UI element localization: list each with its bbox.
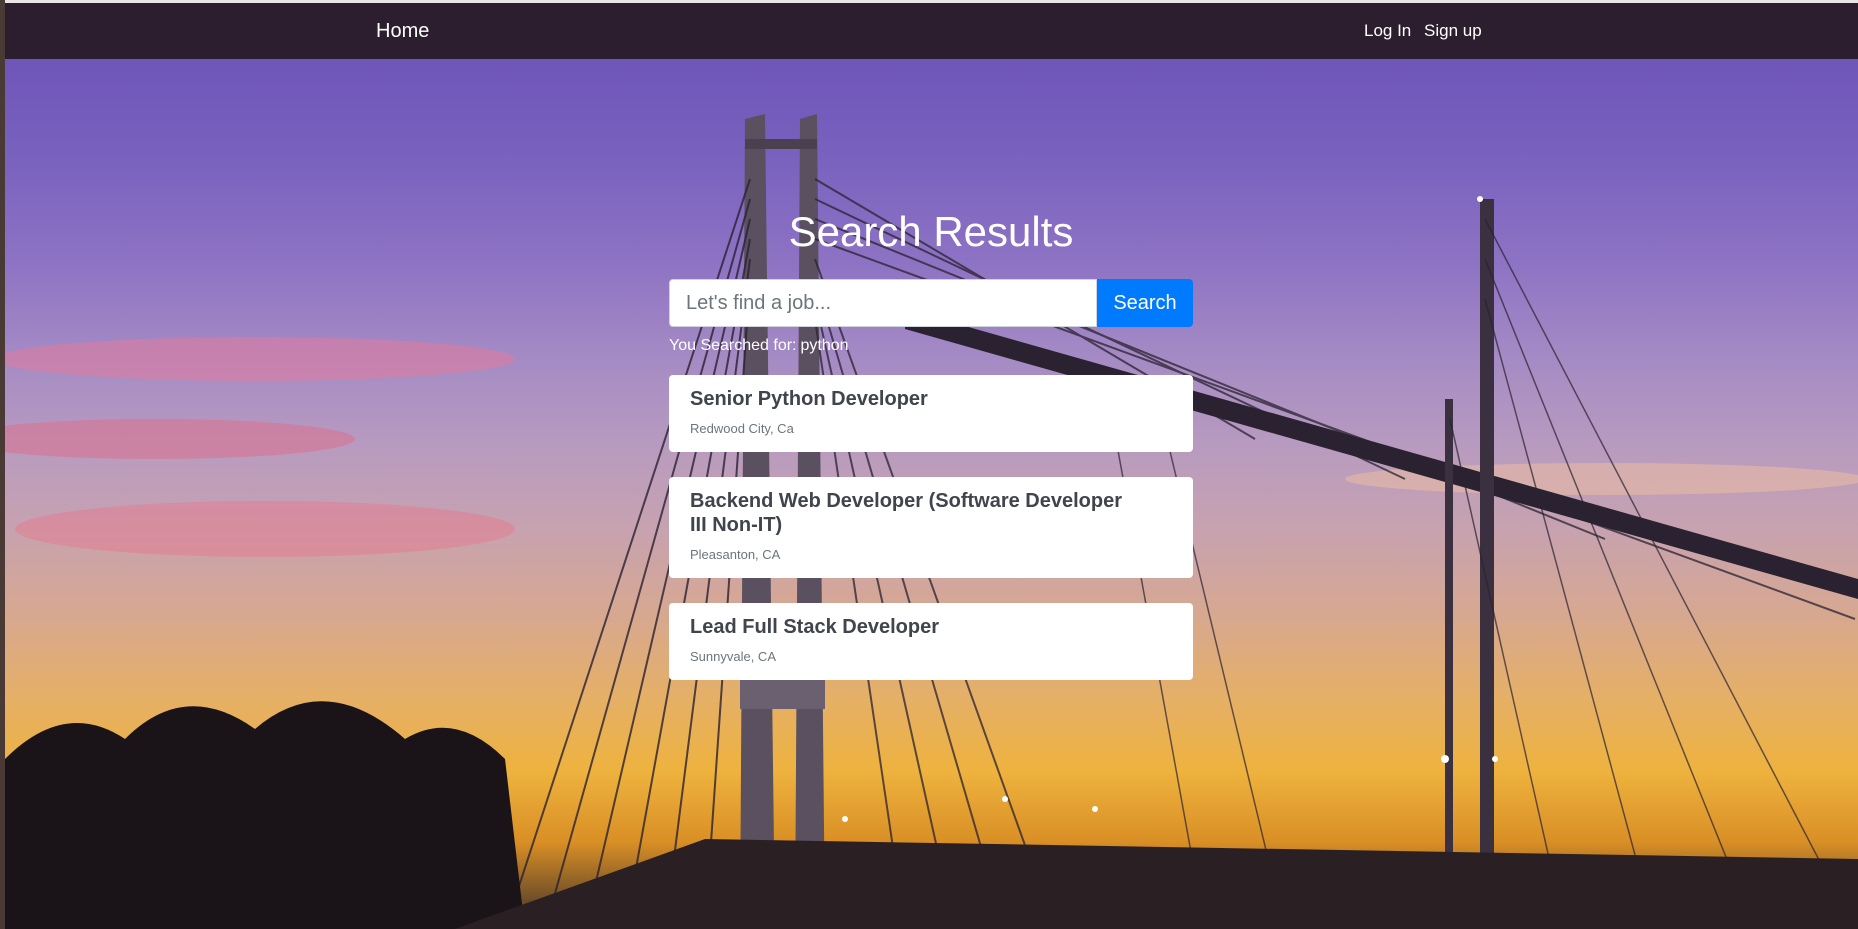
nav-login-link[interactable]: Log In: [1364, 21, 1411, 41]
job-title[interactable]: Backend Web Developer (Software Develope…: [690, 489, 1130, 537]
job-card[interactable]: Senior Python Developer Redwood City, Ca: [669, 375, 1193, 452]
job-card[interactable]: Lead Full Stack Developer Sunnyvale, CA: [669, 603, 1193, 680]
nav-signup-link[interactable]: Sign up: [1424, 21, 1482, 41]
window-left-edge: [0, 0, 5, 929]
searched-for-label: You Searched for:: [669, 337, 797, 354]
job-title[interactable]: Senior Python Developer: [690, 387, 1130, 411]
searched-for-text: You Searched for: python: [669, 337, 849, 355]
job-location: Redwood City, Ca: [690, 421, 794, 436]
job-location: Sunnyvale, CA: [690, 649, 776, 664]
navbar: Home Log In Sign up: [5, 3, 1858, 59]
job-card[interactable]: Backend Web Developer (Software Develope…: [669, 477, 1193, 578]
job-title[interactable]: Lead Full Stack Developer: [690, 615, 1130, 639]
nav-home-link[interactable]: Home: [376, 20, 429, 43]
searched-for-query: python: [800, 337, 849, 354]
search-bar: Search: [669, 279, 1193, 327]
search-input[interactable]: [669, 279, 1097, 327]
job-location: Pleasanton, CA: [690, 547, 781, 562]
page-title: Search Results: [788, 208, 1074, 255]
search-button[interactable]: Search: [1097, 279, 1193, 327]
